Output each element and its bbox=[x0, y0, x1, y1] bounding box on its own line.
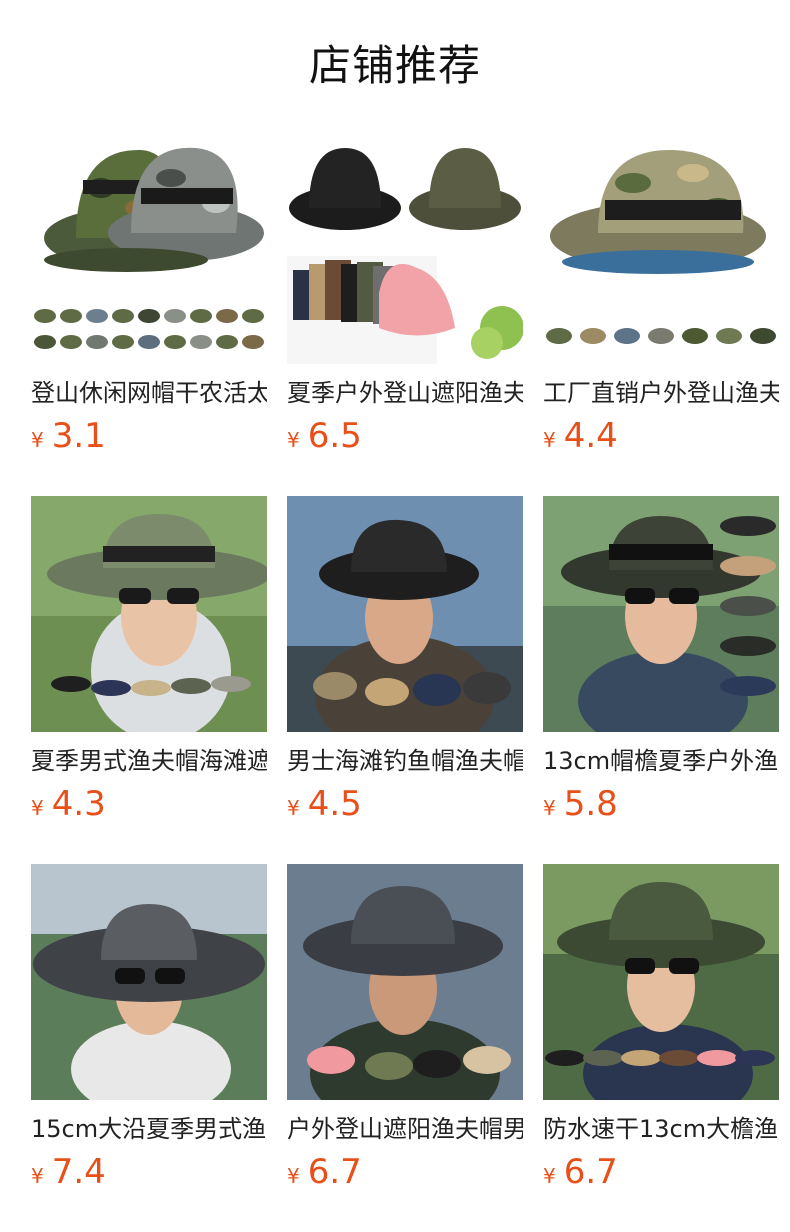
product-name[interactable]: 15cm大沿夏季男式渔夫帽 bbox=[31, 1112, 267, 1146]
product-name[interactable]: 男士海滩钓鱼帽渔夫帽 bbox=[287, 744, 523, 778]
product-image[interactable] bbox=[31, 496, 267, 732]
product-card[interactable]: 夏季男式渔夫帽海滩遮阳帽 ¥4.3 bbox=[31, 496, 267, 836]
price-value: 4.5 bbox=[307, 784, 362, 824]
product-image[interactable] bbox=[543, 864, 779, 1100]
page-title: 店铺推荐 bbox=[308, 41, 481, 90]
product-card[interactable]: 工厂直销户外登山渔夫帽 ¥4.4 bbox=[543, 128, 779, 468]
price-value: 3.1 bbox=[51, 416, 106, 456]
product-price: ¥4.5 bbox=[287, 782, 362, 832]
product-card[interactable]: 防水速干13cm大檐渔夫帽 ¥6.7 bbox=[543, 864, 779, 1204]
price-value: 6.5 bbox=[307, 416, 362, 456]
product-card[interactable]: 户外登山遮阳渔夫帽男 ¥6.7 bbox=[287, 864, 523, 1204]
currency-symbol: ¥ bbox=[543, 428, 556, 452]
product-image[interactable] bbox=[31, 864, 267, 1100]
product-name[interactable]: 登山休闲网帽干农活太阳帽 bbox=[31, 376, 267, 410]
price-value: 4.4 bbox=[563, 416, 618, 456]
product-card[interactable]: 15cm大沿夏季男式渔夫帽 ¥7.4 bbox=[31, 864, 267, 1204]
price-value: 5.8 bbox=[563, 784, 618, 824]
product-card[interactable]: 男士海滩钓鱼帽渔夫帽 ¥4.5 bbox=[287, 496, 523, 836]
product-price: ¥3.1 bbox=[31, 414, 106, 464]
product-price: ¥6.5 bbox=[287, 414, 362, 464]
product-price: ¥6.7 bbox=[543, 1150, 618, 1200]
product-name[interactable]: 防水速干13cm大檐渔夫帽 bbox=[543, 1112, 779, 1146]
currency-symbol: ¥ bbox=[31, 1164, 44, 1188]
product-card[interactable]: 夏季户外登山遮阳渔夫帽 ¥6.5 bbox=[287, 128, 523, 468]
product-image[interactable] bbox=[287, 496, 523, 732]
currency-symbol: ¥ bbox=[287, 796, 300, 820]
product-price: ¥6.7 bbox=[287, 1150, 362, 1200]
product-image[interactable] bbox=[287, 128, 523, 364]
price-value: 4.3 bbox=[51, 784, 106, 824]
product-image[interactable] bbox=[287, 864, 523, 1100]
product-card[interactable]: 13cm帽檐夏季户外渔夫帽 ¥5.8 bbox=[543, 496, 779, 836]
currency-symbol: ¥ bbox=[543, 796, 556, 820]
product-name[interactable]: 夏季户外登山遮阳渔夫帽 bbox=[287, 376, 523, 410]
product-image[interactable] bbox=[31, 128, 267, 364]
product-name[interactable]: 13cm帽檐夏季户外渔夫帽 bbox=[543, 744, 779, 778]
price-value: 7.4 bbox=[51, 1152, 106, 1192]
product-price: ¥4.4 bbox=[543, 414, 618, 464]
product-image[interactable] bbox=[543, 496, 779, 732]
product-price: ¥7.4 bbox=[31, 1150, 106, 1200]
product-card[interactable]: 登山休闲网帽干农活太阳帽 ¥3.1 bbox=[31, 128, 267, 468]
product-name[interactable]: 夏季男式渔夫帽海滩遮阳帽 bbox=[31, 744, 267, 778]
product-image[interactable] bbox=[543, 128, 779, 364]
currency-symbol: ¥ bbox=[543, 1164, 556, 1188]
price-value: 6.7 bbox=[563, 1152, 618, 1192]
product-price: ¥5.8 bbox=[543, 782, 618, 832]
price-value: 6.7 bbox=[307, 1152, 362, 1192]
product-name[interactable]: 工厂直销户外登山渔夫帽 bbox=[543, 376, 779, 410]
currency-symbol: ¥ bbox=[287, 1164, 300, 1188]
product-price: ¥4.3 bbox=[31, 782, 106, 832]
currency-symbol: ¥ bbox=[31, 796, 44, 820]
currency-symbol: ¥ bbox=[31, 428, 44, 452]
currency-symbol: ¥ bbox=[287, 428, 300, 452]
product-name[interactable]: 户外登山遮阳渔夫帽男 bbox=[287, 1112, 523, 1146]
